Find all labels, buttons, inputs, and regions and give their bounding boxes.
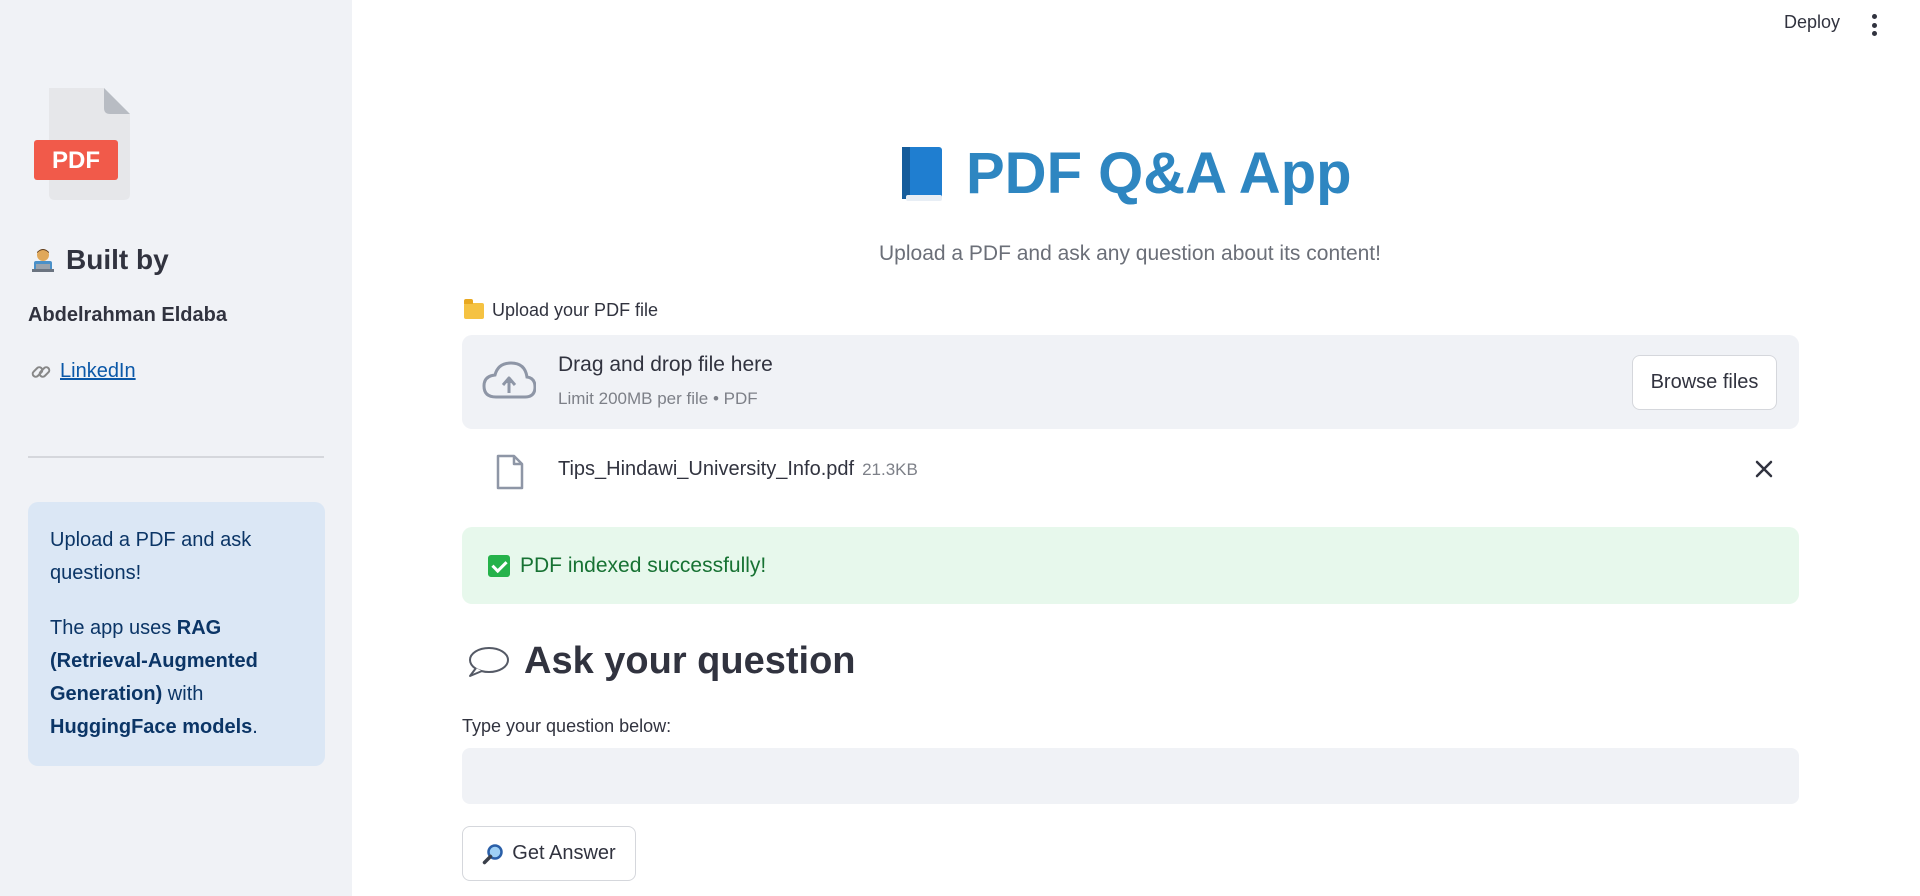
browse-files-button[interactable]: Browse files xyxy=(1632,355,1777,410)
pdf-file-logo-icon: PDF xyxy=(34,88,130,200)
ask-heading-text: Ask your question xyxy=(524,640,856,682)
upload-label: Upload your PDF file xyxy=(464,298,659,321)
success-text: PDF indexed successfully! xyxy=(520,553,767,577)
uploaded-file-row: Tips_Hindawi_University_Info.pdf 21.3KB xyxy=(462,448,1799,498)
linkedin-link[interactable]: LinkedIn xyxy=(60,360,136,383)
info-box: Upload a PDF and ask questions! The app … xyxy=(28,502,325,766)
built-by-heading: Built by xyxy=(30,244,169,276)
more-vertical-icon[interactable] xyxy=(1870,14,1878,36)
sidebar-divider xyxy=(28,456,324,458)
author-name: Abdelrahman Eldaba xyxy=(28,304,227,326)
upload-label-text: Upload your PDF file xyxy=(492,300,659,320)
file-name-text: Tips_Hindawi_University_Info.pdf xyxy=(558,458,855,480)
technologist-icon xyxy=(32,249,54,272)
ask-heading: Ask your question xyxy=(466,640,856,683)
dropzone-limit: Limit 200MB per file • PDF xyxy=(558,389,758,408)
blue-book-icon xyxy=(902,146,942,201)
check-box-icon xyxy=(488,554,510,577)
question-input[interactable] xyxy=(462,748,1799,804)
link-icon xyxy=(31,365,51,378)
get-answer-label: Get Answer xyxy=(512,842,616,864)
speech-bubble-icon xyxy=(469,646,509,677)
subtitle: Upload a PDF and ask any question about … xyxy=(879,242,1381,265)
close-icon[interactable] xyxy=(1753,458,1775,480)
file-dropzone[interactable]: Drag and drop file here Limit 200MB per … xyxy=(462,335,1799,429)
success-alert: PDF indexed successfully! xyxy=(462,527,1799,604)
title-text: PDF Q&A App xyxy=(966,141,1352,206)
sidebar: PDF Built by Abdelrahman Eldaba LinkedIn… xyxy=(0,0,352,896)
pdf-logo-text: PDF xyxy=(52,147,100,174)
deploy-button[interactable]: Deploy xyxy=(1784,12,1840,33)
question-label: Type your question below: xyxy=(462,716,672,736)
info-text-2: The app uses RAG (Retrieval-Augmented Ge… xyxy=(50,617,258,738)
folder-icon xyxy=(464,298,484,319)
linkedin-row: LinkedIn xyxy=(30,360,136,383)
file-size: 21.3KB xyxy=(862,460,918,479)
magnifier-icon xyxy=(483,843,504,864)
cloud-upload-icon xyxy=(482,361,536,399)
built-by-text: Built by xyxy=(66,244,169,275)
page-title: PDF Q&A App xyxy=(900,140,1352,207)
get-answer-button[interactable]: Get Answer xyxy=(462,826,636,881)
dropzone-title: Drag and drop file here xyxy=(558,353,773,376)
file-name: Tips_Hindawi_University_Info.pdf 21.3KB xyxy=(558,458,918,481)
info-text-1: Upload a PDF and ask questions! xyxy=(50,529,252,584)
file-icon xyxy=(496,454,524,490)
